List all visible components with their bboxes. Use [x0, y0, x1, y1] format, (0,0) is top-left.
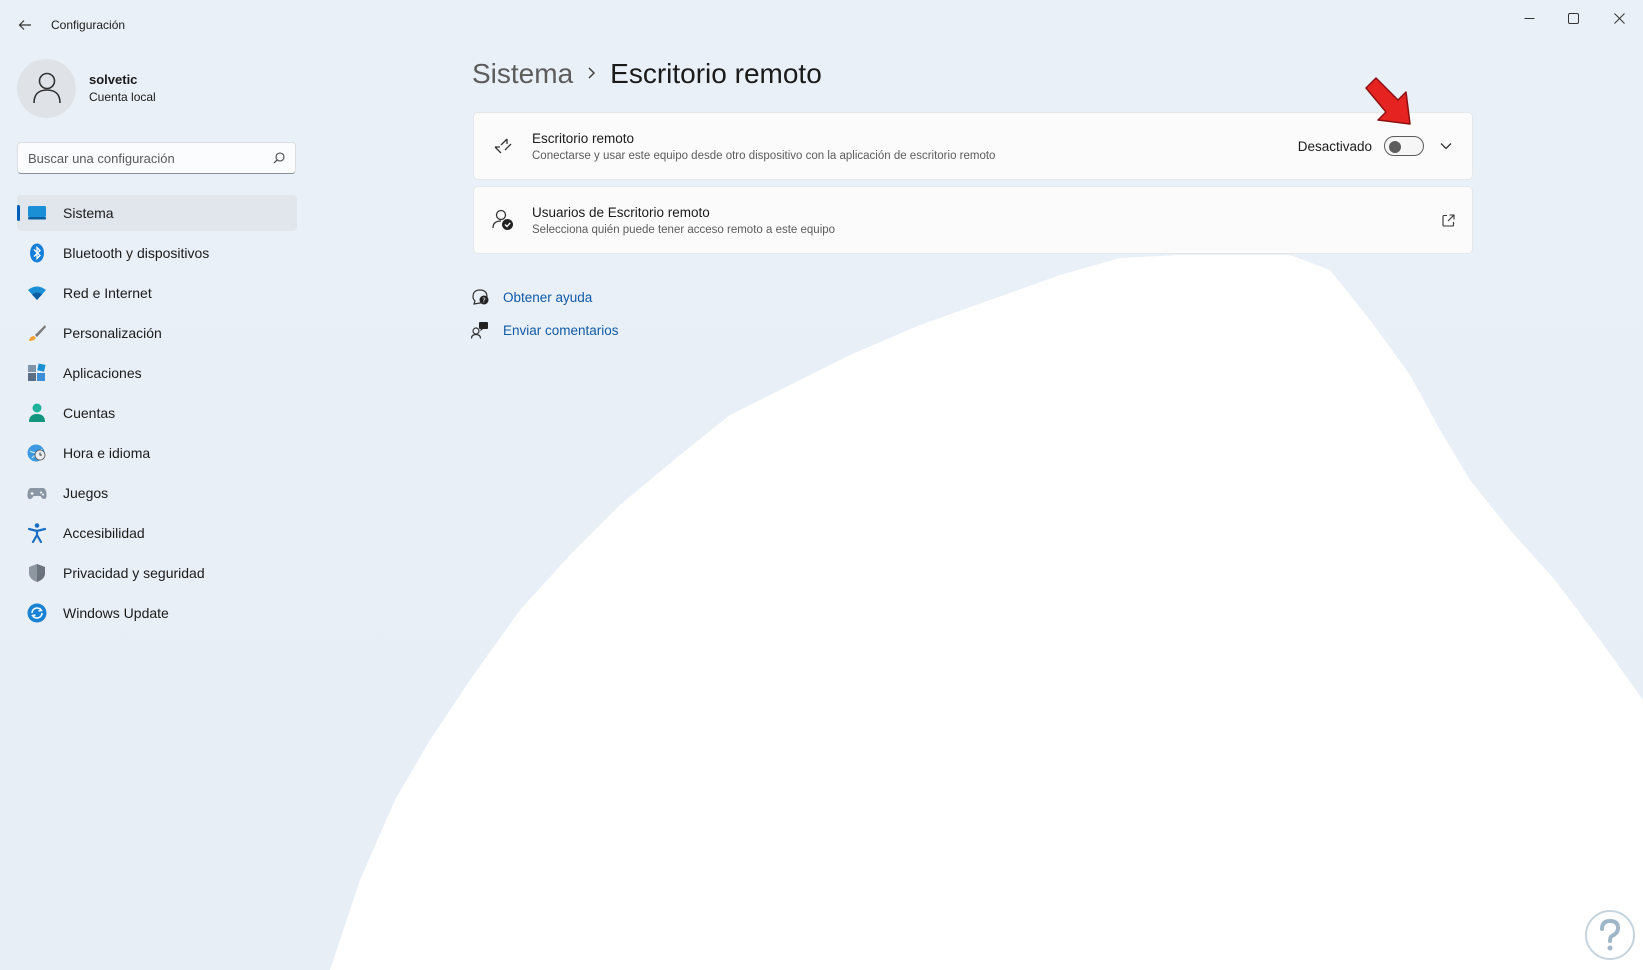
back-arrow-icon [18, 20, 31, 30]
sidebar-item-hora-idioma[interactable]: Hora e idioma [17, 435, 297, 471]
send-feedback-link[interactable]: Enviar comentarios [503, 323, 619, 338]
sidebar-item-red-internet[interactable]: Red e Internet [17, 275, 297, 311]
sidebar-item-bluetooth[interactable]: Bluetooth y dispositivos [17, 235, 297, 271]
maximize-button[interactable] [1550, 0, 1596, 36]
search-input[interactable] [28, 150, 273, 166]
brush-icon [26, 322, 48, 344]
sidebar-item-label: Red e Internet [63, 285, 152, 301]
toggle-state-label: Desactivado [1297, 138, 1372, 154]
user-check-icon [492, 209, 514, 231]
sidebar-item-label: Sistema [63, 205, 114, 221]
minimize-button[interactable] [1506, 0, 1552, 36]
sidebar-item-juegos[interactable]: Juegos [17, 475, 297, 511]
sidebar-item-aplicaciones[interactable]: Aplicaciones [17, 355, 297, 391]
sidebar-item-label: Hora e idioma [63, 445, 151, 461]
sidebar-item-label: Bluetooth y dispositivos [63, 245, 210, 261]
remote-desktop-icon [492, 135, 514, 157]
gamepad-icon [26, 482, 48, 504]
page-title: Escritorio remoto [610, 58, 822, 89]
annotation-arrow-icon [1365, 77, 1411, 125]
sidebar-item-label: Personalización [63, 325, 162, 341]
sidebar-item-privacidad[interactable]: Privacidad y seguridad [17, 555, 297, 591]
get-help-link[interactable]: Obtener ayuda [503, 290, 592, 305]
chevron-down-icon [1440, 143, 1452, 150]
open-external-button[interactable] [1438, 210, 1458, 230]
sidebar-item-sistema[interactable]: Sistema [17, 195, 297, 231]
remote-desktop-toggle[interactable] [1384, 136, 1424, 156]
shield-icon [26, 562, 48, 584]
sidebar-item-label: Privacidad y seguridad [63, 565, 205, 581]
solvetic-logo-icon [1585, 910, 1635, 960]
avatar [17, 58, 76, 118]
sidebar-item-label: Aplicaciones [63, 365, 142, 381]
chevron-right-icon [587, 64, 596, 85]
remote-desktop-subtitle: Conectarse y usar este equipo desde otro… [532, 149, 996, 162]
breadcrumb: Sistema Escritorio remoto [472, 58, 822, 90]
sidebar-item-label: Windows Update [63, 605, 169, 621]
account-icon [26, 402, 48, 424]
update-icon [26, 602, 48, 624]
sidebar-item-label: Cuentas [63, 405, 116, 421]
close-icon [1613, 12, 1625, 24]
sidebar-item-windows-update[interactable]: Windows Update [17, 595, 297, 631]
sidebar-item-cuentas[interactable]: Cuentas [17, 395, 297, 431]
remote-desktop-card[interactable]: Escritorio remoto Conectarse y usar este… [473, 112, 1473, 180]
remote-desktop-title: Escritorio remoto [532, 130, 635, 146]
accessibility-icon [26, 522, 48, 544]
profile-account-type: Cuenta local [89, 90, 156, 104]
help-links: ? Obtener ayuda Enviar comentarios [470, 286, 619, 352]
remote-users-card[interactable]: Usuarios de Escritorio remoto Selecciona… [473, 186, 1473, 254]
bluetooth-icon [26, 242, 48, 264]
close-button[interactable] [1596, 0, 1642, 36]
sidebar-item-label: Juegos [63, 485, 109, 501]
back-button[interactable] [12, 12, 38, 38]
breadcrumb-parent[interactable]: Sistema [472, 58, 573, 90]
sidebar-item-accesibilidad[interactable]: Accesibilidad [17, 515, 297, 551]
profile-name: solvetic [89, 72, 138, 87]
maximize-icon [1567, 12, 1579, 24]
apps-icon [26, 362, 48, 384]
wifi-icon [26, 282, 48, 304]
settings-window: Configuración solvetic Cuenta local Busc… [0, 0, 1643, 970]
toggle-knob [1389, 141, 1401, 153]
search-box[interactable] [17, 142, 296, 174]
system-icon [26, 202, 48, 224]
external-link-icon [1441, 213, 1455, 227]
svg-text:?: ? [482, 297, 486, 305]
expand-button[interactable] [1436, 136, 1456, 156]
help-icon: ? [470, 287, 490, 307]
remote-users-title: Usuarios de Escritorio remoto [532, 204, 710, 220]
user-profile[interactable]: solvetic Cuenta local [17, 58, 156, 118]
feedback-icon [470, 320, 490, 340]
sidebar-item-personalizacion[interactable]: Personalización [17, 315, 297, 351]
sidebar-nav: Sistema Bluetooth y dispositivos Red e I… [17, 195, 297, 635]
remote-users-subtitle: Selecciona quién puede tener acceso remo… [532, 223, 836, 236]
person-icon [32, 72, 61, 104]
sidebar-item-label: Accesibilidad [63, 525, 145, 541]
globe-clock-icon [26, 442, 48, 464]
app-title: Configuración [51, 18, 126, 32]
title-bar: Configuración [0, 0, 1643, 50]
minimize-icon [1524, 17, 1534, 19]
search-icon [273, 152, 285, 164]
